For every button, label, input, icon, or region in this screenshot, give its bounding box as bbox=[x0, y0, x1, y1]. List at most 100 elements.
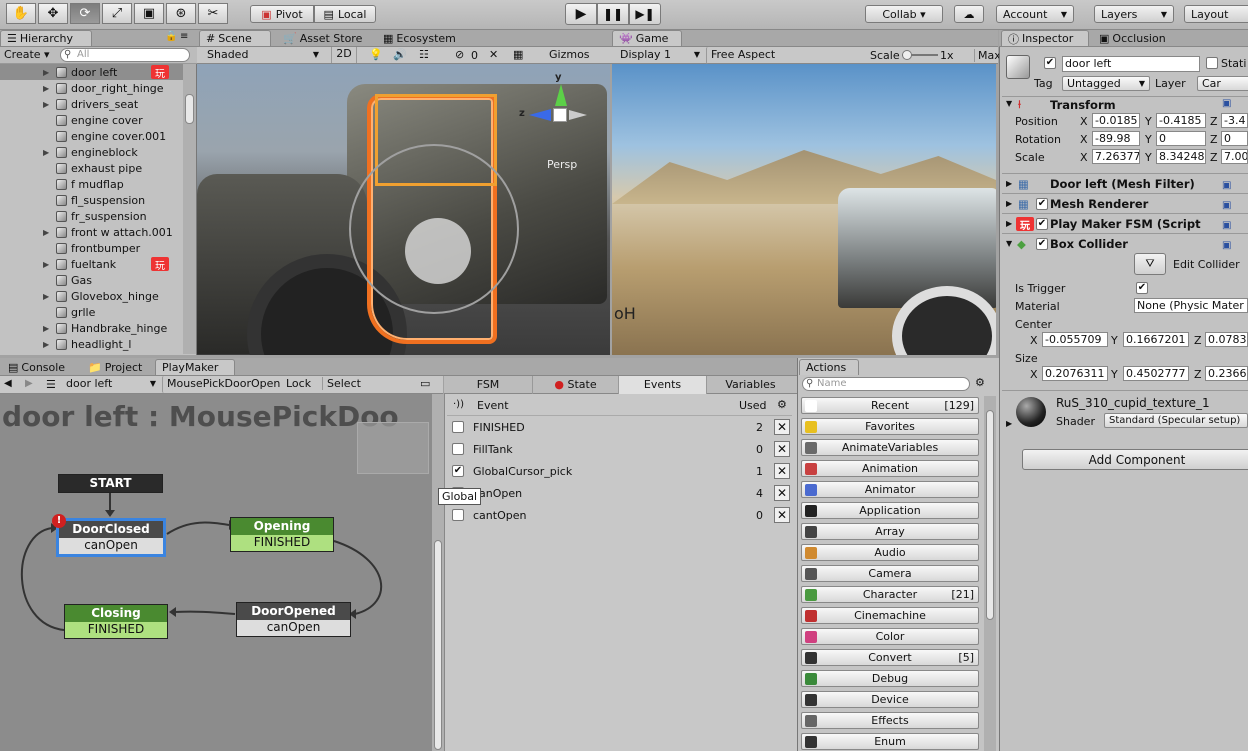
hierarchy-item[interactable]: f mudflap bbox=[0, 176, 183, 192]
tab-console[interactable]: ▤ Console bbox=[2, 359, 71, 375]
tab-inspector[interactable]: ⓘ Inspector bbox=[1001, 30, 1089, 46]
hierarchy-item[interactable]: ▶ fueltank 玩 bbox=[0, 256, 183, 272]
size-z-field[interactable]: 0.2366 bbox=[1205, 366, 1248, 381]
hierarchy-item[interactable]: ▶ engineblock bbox=[0, 144, 183, 160]
play-button[interactable]: ▶ bbox=[565, 3, 597, 25]
tab-hierarchy[interactable]: ☰ Hierarchy bbox=[0, 30, 92, 46]
hierarchy-item[interactable]: fr_suspension bbox=[0, 208, 183, 224]
rotation-z-field[interactable]: 0 bbox=[1221, 131, 1248, 146]
layer-dropdown[interactable]: Car bbox=[1197, 76, 1248, 91]
material-field[interactable]: None (Physic Mater bbox=[1134, 298, 1248, 313]
mesh-renderer-header[interactable]: ▶ ▦ ✔ Mesh Renderer bbox=[1002, 193, 1248, 213]
tab-fsm[interactable]: FSM bbox=[444, 376, 532, 394]
static-checkbox[interactable] bbox=[1206, 57, 1218, 69]
2d-toggle[interactable]: 2D bbox=[331, 47, 357, 63]
state-doorclosed-event[interactable]: canOpen bbox=[59, 538, 163, 554]
delete-event-button[interactable]: ✕ bbox=[774, 441, 790, 457]
edit-collider-button[interactable]: ⛛ bbox=[1134, 253, 1166, 275]
foldout-icon[interactable]: ▶ bbox=[43, 292, 49, 301]
rotation-x-field[interactable]: -89.98 bbox=[1092, 131, 1140, 146]
action-category-button[interactable]: Favorites bbox=[801, 418, 979, 435]
forward-arrow-icon[interactable]: ▶ bbox=[25, 378, 33, 389]
global-checkbox[interactable] bbox=[452, 509, 464, 521]
hand-tool-icon[interactable]: ✋ bbox=[6, 3, 36, 24]
visibility-icon[interactable]: ⊘ bbox=[455, 48, 464, 61]
action-category-button[interactable]: AnimateVariables bbox=[801, 439, 979, 456]
transform-header[interactable]: ▼ ⟊ Transform ▣ bbox=[1002, 96, 1248, 114]
actions-scrollbar[interactable] bbox=[984, 396, 996, 751]
hierarchy-item[interactable]: fl_suspension bbox=[0, 192, 183, 208]
action-category-button[interactable]: Animator bbox=[801, 481, 979, 498]
event-row[interactable]: canOpen 4 ✕ bbox=[447, 483, 792, 505]
center-x-field[interactable]: -0.055709 bbox=[1042, 332, 1108, 347]
event-row[interactable]: ✔ GlobalCursor_pick 1 ✕ bbox=[447, 461, 792, 483]
action-category-button[interactable]: Recent [129] bbox=[801, 397, 979, 414]
tab-ecosystem[interactable]: ▦ Ecosystem bbox=[377, 30, 462, 46]
delete-event-button[interactable]: ✕ bbox=[774, 485, 790, 501]
select-button[interactable]: Select bbox=[322, 377, 361, 390]
fsm-graph-canvas[interactable]: door left : MousePickDoo START DoorClose… bbox=[0, 394, 432, 751]
start-node[interactable]: START bbox=[58, 474, 163, 493]
size-y-field[interactable]: 0.4502777 bbox=[1123, 366, 1189, 381]
hierarchy-item[interactable]: Gas bbox=[0, 272, 183, 288]
orientation-gizmo[interactable]: y z bbox=[519, 72, 599, 142]
effects-toggle-icon[interactable]: ☷ bbox=[419, 48, 429, 61]
enabled-checkbox[interactable]: ✔ bbox=[1036, 238, 1048, 250]
layers-button[interactable]: Layers ▼ bbox=[1094, 5, 1174, 23]
foldout-icon[interactable]: ▶ bbox=[43, 228, 49, 237]
action-category-button[interactable]: Application bbox=[801, 502, 979, 519]
event-row[interactable]: FINISHED 2 ✕ bbox=[447, 417, 792, 439]
event-row[interactable]: FillTank 0 ✕ bbox=[447, 439, 792, 461]
hierarchy-scrollbar[interactable] bbox=[183, 64, 196, 354]
foldout-icon[interactable]: ▶ bbox=[43, 260, 49, 269]
tab-occlusion[interactable]: ▣ Occlusion bbox=[1093, 30, 1172, 46]
hierarchy-item[interactable]: engine cover.001 bbox=[0, 128, 183, 144]
action-category-button[interactable]: Character [21] bbox=[801, 586, 979, 603]
state-dooropened-event[interactable]: canOpen bbox=[237, 620, 350, 636]
tab-project[interactable]: 📁 Project bbox=[82, 359, 148, 375]
delete-event-button[interactable]: ✕ bbox=[774, 507, 790, 523]
state-closing[interactable]: Closing FINISHED bbox=[64, 604, 168, 639]
action-category-button[interactable]: Camera bbox=[801, 565, 979, 582]
global-checkbox[interactable] bbox=[452, 421, 464, 433]
size-x-field[interactable]: 0.2076311 bbox=[1042, 366, 1108, 381]
global-checkbox[interactable] bbox=[452, 443, 464, 455]
graph-scrollbar[interactable] bbox=[432, 394, 444, 751]
create-button[interactable]: Create ▾ bbox=[4, 48, 50, 61]
foldout-icon[interactable]: ▶ bbox=[43, 68, 49, 77]
fsm-dropdown[interactable]: MousePickDoorOpen bbox=[162, 376, 282, 393]
foldout-icon[interactable]: ▶ bbox=[43, 340, 49, 349]
state-opening-event[interactable]: FINISHED bbox=[231, 535, 333, 551]
box-collider-header[interactable]: ▼ ◆ ✔ Box Collider bbox=[1002, 233, 1248, 253]
action-category-button[interactable]: Debug bbox=[801, 670, 979, 687]
tab-scene[interactable]: # Scene bbox=[199, 30, 271, 46]
shaded-dropdown[interactable]: Shaded ▼ bbox=[203, 47, 323, 64]
hierarchy-item[interactable]: ▶ door left 玩 bbox=[0, 64, 183, 80]
lock-icon[interactable]: 🔒 bbox=[165, 31, 177, 42]
center-y-field[interactable]: 0.1667201 bbox=[1123, 332, 1189, 347]
scroll-thumb[interactable] bbox=[185, 94, 194, 124]
action-category-button[interactable]: Color bbox=[801, 628, 979, 645]
playmaker-fsm-header[interactable]: ▶ 玩 ✔ Play Maker FSM (Script bbox=[1002, 213, 1248, 233]
foldout-icon[interactable]: ▶ bbox=[43, 148, 49, 157]
global-checkbox[interactable]: ✔ bbox=[452, 465, 464, 477]
move-tool-icon[interactable]: ✥ bbox=[38, 3, 68, 24]
scroll-thumb[interactable] bbox=[986, 410, 994, 620]
pause-button[interactable]: ❚❚ bbox=[597, 3, 629, 25]
active-checkbox[interactable]: ✔ bbox=[1044, 57, 1056, 69]
add-component-button[interactable]: Add Component bbox=[1022, 449, 1248, 470]
position-x-field[interactable]: -0.0185 bbox=[1092, 113, 1140, 128]
rotation-y-field[interactable]: 0 bbox=[1156, 131, 1206, 146]
state-opening[interactable]: Opening FINISHED bbox=[230, 517, 334, 552]
state-dooropened[interactable]: DoorOpened canOpen bbox=[236, 602, 351, 637]
tab-variables[interactable]: Variables bbox=[706, 376, 794, 394]
tab-events[interactable]: Events bbox=[618, 376, 706, 394]
delete-event-button[interactable]: ✕ bbox=[774, 419, 790, 435]
hierarchy-item[interactable]: ▶ Glovebox_hinge bbox=[0, 288, 183, 304]
is-trigger-checkbox[interactable]: ✔ bbox=[1136, 282, 1148, 294]
action-category-button[interactable]: Animation bbox=[801, 460, 979, 477]
action-category-button[interactable]: Convert [5] bbox=[801, 649, 979, 666]
tab-state[interactable]: ● State bbox=[532, 376, 618, 394]
minimap-icon[interactable]: ▭ bbox=[420, 377, 430, 390]
shader-dropdown[interactable]: Standard (Specular setup) bbox=[1104, 413, 1248, 428]
